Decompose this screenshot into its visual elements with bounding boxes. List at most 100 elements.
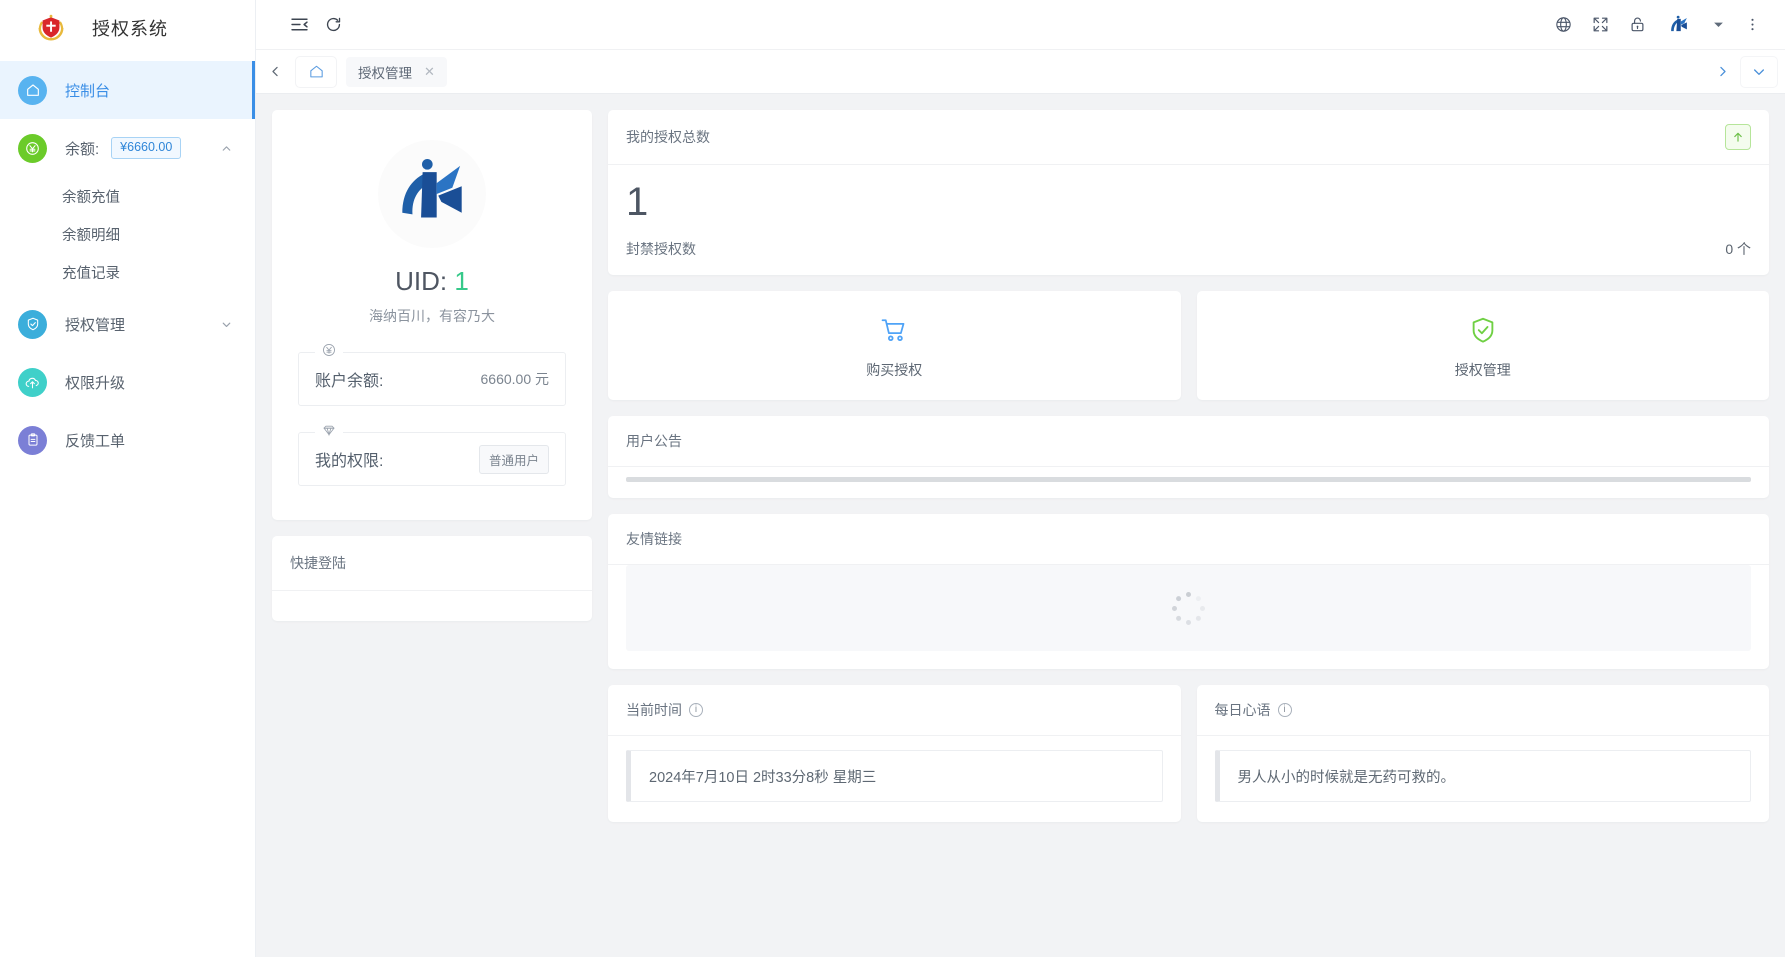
friendly-links-title: 友情链接	[608, 514, 1769, 565]
daily-quote-card: 每日心语 i 男人从小的时候就是无药可救的。	[1196, 685, 1769, 822]
balance-row: 账户余额: 6660.00 元	[315, 353, 549, 405]
buy-authorization-tile[interactable]: 购买授权	[608, 291, 1181, 400]
left-column: UID: 1 海纳百川，有容乃大 账户余额: 6660.00 元 我的权限: 普…	[272, 110, 592, 621]
sidebar-item-auth-management[interactable]: 授权管理	[0, 295, 255, 353]
red-shield-emblem-icon	[36, 13, 66, 43]
sidebar-subitem-recharge-records[interactable]: 充值记录	[0, 253, 255, 291]
role-badge: 普通用户	[478, 444, 549, 474]
banned-auth-value: 0 个	[1725, 241, 1751, 257]
clipboard-icon	[18, 425, 47, 455]
total-auth-count: 1	[626, 180, 649, 224]
uid-label: UID:	[395, 266, 448, 296]
balance-label: 账户余额:	[315, 373, 384, 390]
close-icon[interactable]: ✕	[424, 64, 435, 80]
home-outline-icon[interactable]	[296, 56, 336, 87]
brand: 授权系统	[0, 0, 255, 56]
quick-login-title: 快捷登陆	[272, 536, 592, 591]
brand-k-logo-icon	[378, 140, 486, 248]
banned-auth-label: 封禁授权数	[626, 241, 696, 257]
home-icon	[18, 75, 47, 105]
profile-card: UID: 1 海纳百川，有容乃大 账户余额: 6660.00 元 我的权限: 普…	[272, 110, 592, 520]
uid-value: 1	[454, 266, 469, 296]
tabbar-controls	[1707, 56, 1777, 87]
chevron-up-icon[interactable]	[220, 142, 233, 155]
brand-title: 授权系统	[92, 19, 168, 39]
friendly-links-card: 友情链接	[608, 514, 1769, 669]
user-notice-title: 用户公告	[608, 416, 1769, 467]
sidebar-item-label: 反馈工单	[65, 432, 126, 450]
tile-label: 授权管理	[1454, 362, 1511, 378]
more-vertical-icon[interactable]	[1744, 16, 1761, 33]
user-notice-body	[608, 467, 1769, 498]
quick-login-body	[272, 591, 592, 621]
auth-management-tile[interactable]: 授权管理	[1196, 291, 1770, 400]
action-tiles: 购买授权 授权管理	[608, 291, 1769, 400]
uid-line: UID: 1	[298, 266, 566, 297]
daily-quote-title: 每日心语	[1214, 702, 1271, 718]
sidebar-subitem-balance-detail[interactable]: 余额明细	[0, 215, 255, 253]
current-time-value: 2024年7月10日 2时33分8秒 星期三	[626, 750, 1163, 802]
avatar-logo-icon[interactable]	[1665, 10, 1693, 39]
info-icon[interactable]: i	[1277, 703, 1292, 717]
sidebar-item-label: 余额:	[65, 140, 100, 158]
tab-auth-management[interactable]: 授权管理 ✕	[346, 56, 447, 87]
permission-fieldset: 我的权限: 普通用户	[298, 422, 566, 486]
yen-circle-icon	[18, 133, 47, 163]
stats-body: 1 封禁授权数 0 个	[608, 165, 1769, 275]
bottom-row: 当前时间 i 2024年7月10日 2时33分8秒 星期三 每日心语 i 男人从…	[608, 685, 1769, 822]
shield-check-icon	[1197, 313, 1770, 347]
globe-icon[interactable]	[1554, 15, 1573, 34]
cloud-upload-icon	[18, 367, 47, 397]
account-balance-fieldset: 账户余额: 6660.00 元	[298, 342, 566, 406]
topbar-actions	[1554, 10, 1767, 39]
user-motto: 海纳百川，有容乃大	[369, 308, 495, 324]
stats-header: 我的授权总数	[608, 110, 1769, 165]
sidebar-item-feedback-ticket[interactable]: 反馈工单	[0, 411, 255, 469]
sidebar-item-permission-upgrade[interactable]: 权限升级	[0, 353, 255, 411]
caret-down-icon[interactable]	[1711, 17, 1726, 32]
tab-dropdown-icon[interactable]	[1741, 56, 1777, 87]
current-time-title: 当前时间	[626, 702, 682, 718]
sidebar: 授权系统 控制台 余额: ¥6660.00 余额充值 余额明细 充值记录 授权管…	[0, 0, 256, 957]
permission-label: 我的权限:	[315, 453, 384, 470]
user-notice-card: 用户公告	[608, 416, 1769, 498]
stats-card: 我的授权总数 1 封禁授权数 0 个	[608, 110, 1769, 275]
daily-quote-header: 每日心语 i	[1196, 685, 1769, 736]
sidebar-item-balance[interactable]: 余额: ¥6660.00	[0, 119, 255, 177]
tab-label: 授权管理	[358, 65, 412, 81]
tabbar: 授权管理 ✕	[256, 50, 1785, 94]
balance-submenu: 余额充值 余额明细 充值记录	[0, 177, 255, 295]
fullscreen-icon[interactable]	[1591, 15, 1610, 34]
daily-quote-value: 男人从小的时候就是无药可救的。	[1214, 750, 1751, 802]
right-column: 我的授权总数 1 封禁授权数 0 个 购买授权 授权管理 用户公告 友情链接 当…	[608, 110, 1769, 822]
sidebar-item-label: 权限升级	[65, 374, 126, 392]
shield-check-icon	[18, 309, 47, 339]
chevron-left-icon[interactable]	[260, 50, 290, 94]
chevron-right-icon[interactable]	[1707, 57, 1737, 87]
quick-login-card: 快捷登陆	[272, 536, 592, 621]
sidebar-subitem-recharge[interactable]: 余额充值	[0, 177, 255, 215]
permission-row: 我的权限: 普通用户	[315, 433, 549, 485]
topbar	[256, 0, 1785, 50]
sidebar-item-label: 授权管理	[65, 316, 126, 334]
current-time-card: 当前时间 i 2024年7月10日 2时33分8秒 星期三	[608, 685, 1181, 822]
arrow-up-icon[interactable]	[1725, 124, 1751, 150]
refresh-icon[interactable]	[316, 8, 350, 42]
tile-label: 购买授权	[866, 362, 923, 378]
menu-collapse-icon[interactable]	[282, 8, 316, 42]
notice-placeholder-bar	[626, 477, 1751, 482]
diamond-icon	[315, 422, 343, 442]
sidebar-item-console[interactable]: 控制台	[0, 61, 255, 119]
balance-badge[interactable]: ¥6660.00	[111, 137, 182, 159]
sidebar-menu: 控制台 余额: ¥6660.00 余额充值 余额明细 充值记录 授权管理 权限升…	[0, 56, 255, 469]
friendly-links-body	[626, 565, 1751, 651]
app-root: 授权系统 控制台 余额: ¥6660.00 余额充值 余额明细 充值记录 授权管…	[0, 0, 1785, 957]
loading-spinner-icon	[1172, 591, 1206, 625]
info-icon[interactable]: i	[689, 703, 703, 717]
lock-icon[interactable]	[1628, 15, 1647, 34]
shopping-cart-icon	[608, 313, 1181, 347]
balance-value: 6660.00 元	[480, 371, 550, 387]
current-time-header: 当前时间 i	[608, 685, 1181, 736]
banned-auth-row: 封禁授权数 0 个	[626, 239, 1751, 259]
chevron-down-icon[interactable]	[220, 318, 233, 331]
